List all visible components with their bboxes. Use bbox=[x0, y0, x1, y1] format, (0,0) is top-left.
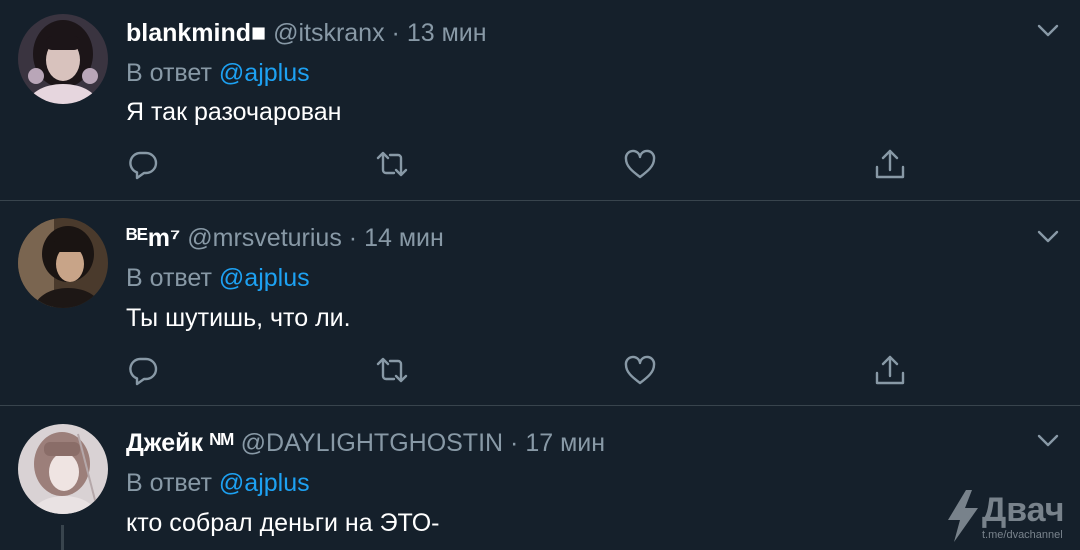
tweet-text: кто собрал деньги на ЭТО- bbox=[126, 509, 440, 537]
watermark-name: Двач bbox=[982, 491, 1065, 529]
mention-link[interactable]: @ajplus bbox=[219, 469, 310, 497]
tweet-text: Я так разочарован bbox=[126, 98, 342, 126]
reply-context: В ответ @ajplus bbox=[126, 55, 310, 91]
share-icon[interactable] bbox=[872, 146, 908, 182]
reply-icon[interactable] bbox=[125, 146, 161, 182]
separator-dot: · bbox=[348, 224, 358, 252]
display-name[interactable]: blankmind■ bbox=[126, 19, 266, 47]
watermark-url: t.me/dvachannel bbox=[982, 529, 1063, 541]
tweet-header: blankmind■ @itskranx · 13 мин bbox=[126, 15, 487, 51]
lightning-bolt-icon bbox=[948, 490, 978, 542]
avatar[interactable] bbox=[18, 424, 108, 514]
timestamp[interactable]: 14 мин bbox=[364, 224, 444, 252]
reply-icon[interactable] bbox=[125, 352, 161, 388]
display-name[interactable]: Джейк ᴺᴹ bbox=[126, 429, 234, 457]
tweet-actions bbox=[0, 352, 1080, 388]
tweet-actions bbox=[0, 146, 1080, 182]
timestamp[interactable]: 13 мин bbox=[407, 19, 487, 47]
avatar[interactable] bbox=[18, 218, 108, 308]
timestamp[interactable]: 17 мин bbox=[525, 429, 605, 457]
avatar[interactable] bbox=[18, 14, 108, 104]
reply-prefix: В ответ bbox=[126, 59, 212, 87]
user-handle[interactable]: @itskranx bbox=[273, 19, 385, 47]
avatar-image bbox=[18, 14, 108, 104]
retweet-icon[interactable] bbox=[374, 352, 410, 388]
reply-prefix: В ответ bbox=[126, 264, 212, 292]
retweet-icon[interactable] bbox=[374, 146, 410, 182]
separator-dot: · bbox=[391, 19, 400, 47]
thread-connector bbox=[61, 525, 64, 550]
avatar-image bbox=[18, 218, 108, 308]
display-name[interactable]: ᴮᴱm⁷ bbox=[126, 224, 180, 252]
avatar-image bbox=[18, 424, 108, 514]
separator-dot: · bbox=[510, 429, 519, 457]
reply-context: В ответ @ajplus bbox=[126, 260, 310, 296]
like-icon[interactable] bbox=[622, 146, 658, 182]
tweet-header: ᴮᴱm⁷ @mrsveturius · 14 мин bbox=[126, 220, 444, 256]
chevron-down-icon[interactable] bbox=[1034, 222, 1062, 250]
share-icon[interactable] bbox=[872, 352, 908, 388]
tweet-text: Ты шутишь, что ли. bbox=[126, 304, 351, 332]
watermark: Двач t.me/dvachannel bbox=[944, 488, 1074, 544]
mention-link[interactable]: @ajplus bbox=[219, 59, 310, 87]
chevron-down-icon[interactable] bbox=[1034, 426, 1062, 454]
user-handle[interactable]: @mrsveturius bbox=[187, 224, 342, 252]
user-handle[interactable]: @DAYLIGHTGHOSTIN bbox=[241, 429, 503, 457]
reply-prefix: В ответ bbox=[126, 469, 212, 497]
tweet-feed: blankmind■ @itskranx · 13 мин В ответ @a… bbox=[0, 0, 1080, 550]
mention-link[interactable]: @ajplus bbox=[219, 264, 310, 292]
reply-context: В ответ @ajplus bbox=[126, 465, 310, 501]
tweet-header: Джейк ᴺᴹ @DAYLIGHTGHOSTIN · 17 мин bbox=[126, 425, 605, 461]
chevron-down-icon[interactable] bbox=[1034, 16, 1062, 44]
like-icon[interactable] bbox=[622, 352, 658, 388]
